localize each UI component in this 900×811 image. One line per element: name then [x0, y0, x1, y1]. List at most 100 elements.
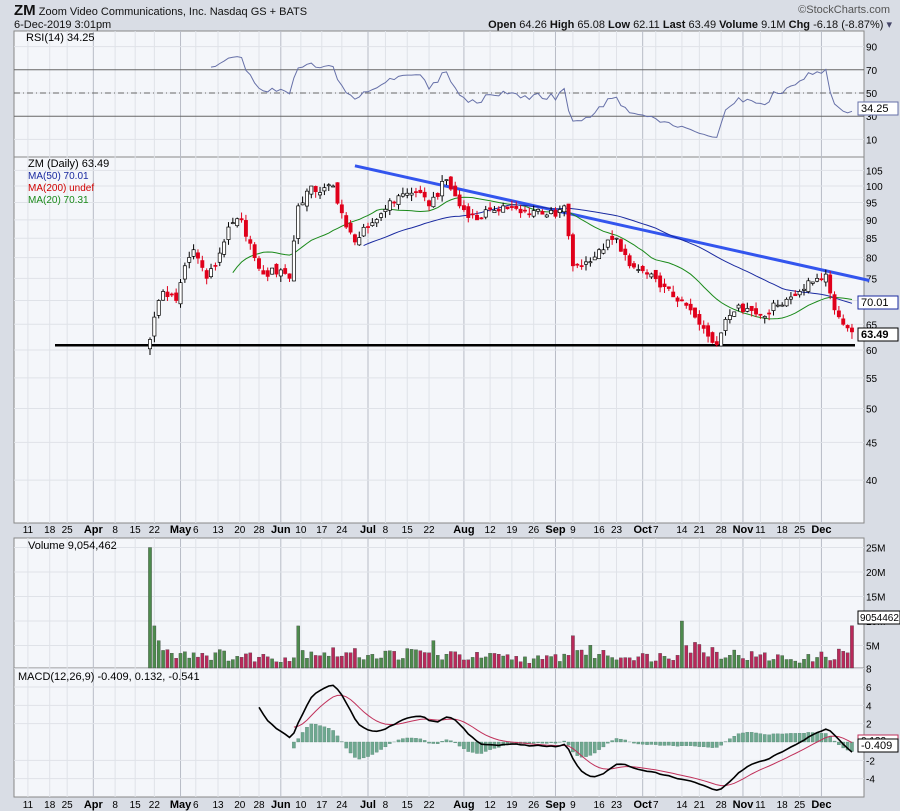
macd-histogram-bar: [758, 733, 763, 743]
x-tick-label: 28: [253, 800, 265, 811]
candle: [418, 189, 423, 194]
x-tick-label: 14: [676, 525, 688, 536]
volume-bar: [610, 657, 614, 669]
x-tick-label: Dec: [811, 524, 831, 536]
price-tick-label: 55: [866, 374, 878, 385]
macd-histogram-bar: [693, 741, 697, 747]
candle: [784, 298, 789, 307]
candle: [200, 260, 205, 268]
x-tick-label: 20: [234, 525, 246, 536]
macd-histogram-bar: [409, 737, 414, 743]
macd-histogram-bar: [292, 741, 296, 749]
volume-bar: [283, 657, 287, 669]
x-tick-label: Jun: [271, 524, 291, 536]
open-label: Open: [488, 19, 517, 31]
macd-histogram-bar: [776, 733, 780, 743]
candle: [627, 255, 632, 267]
chart-canvas[interactable]: 111118182525AprApr8815152222MayMay661313…: [0, 0, 900, 811]
x-tick-label: 11: [23, 525, 34, 536]
x-tick-label: 15: [130, 525, 142, 536]
volume-bar: [449, 651, 453, 669]
macd-histogram-bar: [327, 728, 331, 743]
macd-histogram-bar: [597, 741, 601, 750]
macd-histogram-bar: [353, 741, 357, 758]
macd-histogram-bar: [379, 741, 383, 750]
volume-bar: [706, 656, 710, 669]
x-tick-label: 10: [295, 800, 307, 811]
candle: [649, 273, 654, 278]
candle: [182, 265, 187, 280]
volume-bar: [802, 659, 806, 669]
candle: [226, 226, 231, 240]
last-label: Last: [662, 19, 686, 31]
volume-bar: [261, 654, 266, 669]
title-bar: ZM Zoom Video Communications, Inc. Nasda…: [14, 2, 307, 19]
candle: [836, 310, 841, 318]
candle: [797, 291, 802, 296]
volume-bar: [545, 655, 549, 669]
candle: [488, 207, 493, 210]
macd-histogram-bar: [444, 739, 449, 743]
volume-bar: [562, 653, 566, 669]
candle: [239, 218, 244, 221]
volume-bar: [671, 660, 675, 669]
volume-bar: [213, 652, 218, 669]
x-tick-label: Aug: [453, 799, 474, 811]
volume-bar: [536, 655, 540, 669]
volume-bar: [754, 656, 758, 669]
macd-histogram-bar: [357, 741, 362, 760]
candle: [379, 213, 384, 218]
volume-bar: [161, 650, 165, 669]
x-tick-label: 7: [653, 800, 659, 811]
candle: [793, 293, 798, 297]
candle: [706, 325, 711, 337]
volume-bar: [619, 657, 623, 669]
macd-histogram-bar: [475, 741, 479, 754]
candle: [553, 209, 558, 217]
x-tick-label: 15: [130, 800, 142, 811]
macd-histogram-bar: [610, 740, 614, 743]
volume-bar: [309, 651, 314, 669]
macd-histogram-bar: [658, 741, 662, 746]
candle: [566, 203, 571, 237]
volume-bar: [767, 660, 771, 669]
candle: [597, 249, 602, 260]
candle: [536, 208, 540, 212]
candle: [440, 181, 445, 197]
macd-histogram-bar: [749, 732, 754, 743]
volume-bar: [187, 657, 191, 669]
candle: [405, 192, 410, 196]
volume-bar: [667, 658, 671, 669]
volume-bar: [632, 660, 636, 669]
volume-bar: [156, 640, 161, 669]
price-legend-symbol: ZM (Daily) 63.49: [28, 158, 109, 170]
macd-histogram-bar: [571, 741, 575, 753]
x-tick-label: 11: [23, 800, 34, 811]
volume-bar: [732, 649, 736, 669]
candle: [632, 263, 636, 268]
x-tick-label: Jul: [360, 799, 376, 811]
ma200-legend: MA(200) undef: [28, 183, 94, 194]
macd-histogram-bar: [636, 741, 641, 745]
macd-tick-label: 2: [866, 720, 872, 731]
volume-bar: [492, 653, 497, 669]
candle: [749, 305, 754, 311]
volume-bar: [462, 659, 466, 669]
x-tick-label: 21: [694, 800, 706, 811]
volume-bar: [597, 654, 601, 669]
candle: [370, 222, 375, 226]
macd-histogram-bar: [784, 733, 789, 743]
volume-bar: [296, 625, 300, 669]
candle: [815, 278, 820, 282]
candle: [209, 268, 213, 278]
chevron-down-icon[interactable]: ▾: [886, 19, 892, 31]
symbol: ZM: [14, 2, 36, 19]
brand-link[interactable]: ©StockCharts.com: [798, 4, 890, 16]
volume-bar: [789, 659, 793, 669]
volume-bar: [287, 661, 292, 669]
volume-bar: [640, 653, 645, 669]
macd-histogram-bar: [632, 741, 636, 744]
svg-text:9054462: 9054462: [860, 613, 899, 624]
volume-bar: [453, 651, 457, 669]
volume-bar: [279, 662, 283, 669]
